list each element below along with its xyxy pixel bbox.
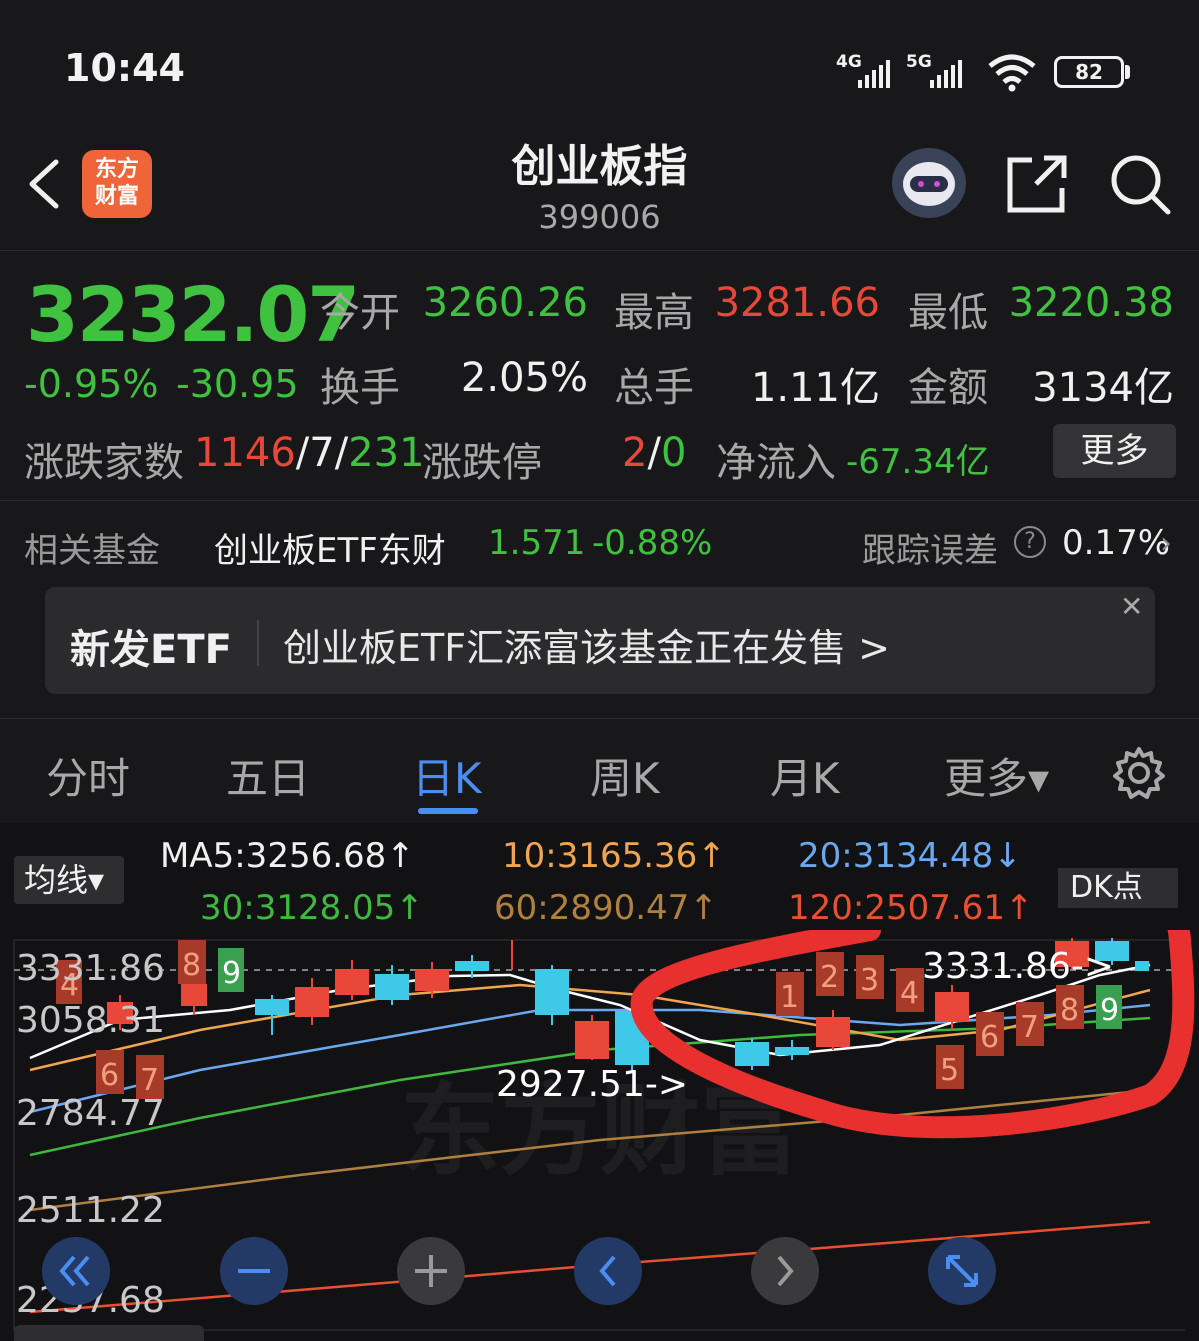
low-value: 3220.38: [1008, 280, 1174, 326]
chevron-right-icon: [777, 1255, 794, 1287]
gear-icon[interactable]: [1112, 746, 1166, 800]
turnover-label: 换手: [320, 365, 400, 411]
help-icon[interactable]: ?: [1014, 526, 1046, 558]
seq-red: 5: [940, 1053, 959, 1088]
ma60-value: 60:2890.47↑: [494, 888, 718, 928]
tracking-value[interactable]: 0.17%: [1062, 523, 1170, 563]
seq-red: 7: [1020, 1010, 1039, 1045]
fullscreen-button[interactable]: [928, 1237, 996, 1305]
breadth-up: 1146: [194, 430, 296, 476]
seq-green: 9: [1100, 993, 1119, 1028]
close-icon[interactable]: ✕: [1120, 590, 1143, 623]
tab-active-indicator: [418, 808, 478, 814]
low-label: 最低: [908, 290, 988, 336]
ma120-value: 120:2507.61↑: [788, 888, 1034, 928]
change-percent: -0.95%: [24, 362, 159, 406]
signal-5g-icon: [930, 58, 962, 88]
scroll-right-button[interactable]: [751, 1237, 819, 1305]
high-value: 3281.66: [714, 280, 880, 326]
seq-red: 8: [182, 948, 201, 983]
limit-down: 0: [660, 430, 687, 476]
seq-red: 8: [1060, 993, 1079, 1028]
amount-label: 金额: [908, 365, 988, 411]
zoom-in-button[interactable]: [397, 1237, 465, 1305]
fund-name[interactable]: 创业板ETF东财: [214, 523, 446, 572]
chevron-left-icon: [599, 1255, 616, 1287]
high-marker: 3331.86->: [922, 946, 1114, 987]
battery-tip: [1125, 65, 1130, 79]
quote-divider: [0, 500, 1199, 501]
tab-monthly-k[interactable]: 月K: [770, 745, 840, 806]
breadth-values: 1146/7/231: [194, 430, 425, 476]
tab-five-day[interactable]: 五日: [226, 745, 310, 806]
limit-up: 2: [622, 430, 648, 476]
banner-tag: 新发ETF: [70, 627, 232, 673]
low-marker: 2927.51->: [496, 1064, 688, 1105]
ma-selector[interactable]: 均线▾: [14, 856, 124, 904]
current-price: 3232.07: [26, 270, 360, 359]
fund-price: 1.571: [488, 523, 586, 563]
scroll-left-button[interactable]: [574, 1237, 642, 1305]
limit-values: 2/0: [622, 430, 687, 476]
seq-red: 4: [900, 976, 919, 1011]
seq-green: 9: [222, 956, 241, 991]
ma30-value: 30:3128.05↑: [200, 888, 424, 928]
wifi-icon: [988, 54, 1036, 92]
axis-label: 2511.22: [16, 1190, 165, 1231]
tab-weekly-k[interactable]: 周K: [590, 745, 660, 806]
axis-label: 3331.86: [16, 948, 165, 989]
double-chevron-left-icon: [59, 1255, 90, 1287]
bottom-tab[interactable]: [14, 1325, 204, 1341]
inflow-value: -67.34亿: [846, 442, 990, 482]
seq-red: 3: [860, 963, 879, 998]
network-5g-label: 5G: [906, 52, 932, 72]
volume-label: 总手: [614, 365, 694, 411]
signal-4g-icon: [858, 58, 890, 88]
fund-change: -0.88%: [592, 523, 713, 563]
more-button[interactable]: 更多: [1053, 424, 1176, 478]
chevron-right-icon[interactable]: ›: [1160, 526, 1172, 561]
tracking-label: 跟踪误差: [862, 531, 998, 571]
banner-divider: [0, 718, 1199, 719]
axis-label: 3058.31: [16, 1000, 165, 1041]
inflow-label: 净流入: [716, 440, 836, 486]
high-label: 最高: [614, 290, 694, 336]
battery-icon: 82: [1054, 56, 1124, 88]
assistant-robot-icon[interactable]: [892, 148, 966, 218]
breadth-flat: 7: [309, 430, 335, 476]
open-value: 3260.26: [422, 280, 588, 326]
rewind-button[interactable]: [42, 1237, 110, 1305]
share-icon[interactable]: [1006, 154, 1068, 214]
header-divider: [0, 250, 1199, 251]
zoom-out-button[interactable]: [220, 1237, 288, 1305]
tab-intraday[interactable]: 分时: [46, 745, 130, 806]
limit-label: 涨跌停: [422, 440, 542, 486]
expand-icon: [946, 1255, 978, 1287]
tab-more[interactable]: 更多▾: [944, 745, 1049, 806]
search-icon[interactable]: [1108, 152, 1172, 216]
fund-label: 相关基金: [24, 531, 160, 571]
breadth-down: 231: [348, 430, 425, 476]
volume-value: 1.11亿: [750, 365, 880, 411]
ma20-value: 20:3134.48↓: [798, 836, 1022, 876]
open-label: 今开: [320, 290, 400, 336]
banner-text[interactable]: 创业板ETF汇添富该基金正在发售 >: [283, 617, 890, 672]
ma5-value: MA5:3256.68↑: [160, 836, 415, 876]
seq-red: 6: [100, 1058, 119, 1093]
banner-separator: [257, 620, 259, 666]
turnover-value: 2.05%: [460, 355, 588, 401]
plus-icon: [415, 1255, 447, 1287]
change-amount: -30.95: [176, 362, 299, 406]
seq-red: 2: [820, 960, 839, 995]
seq-red: 1: [780, 980, 799, 1015]
axis-label: 2784.77: [16, 1093, 165, 1134]
dk-point-label[interactable]: DK点: [1058, 868, 1178, 908]
ma10-value: 10:3165.36↑: [502, 836, 726, 876]
minus-icon: [238, 1269, 270, 1273]
breadth-label: 涨跌家数: [24, 440, 184, 486]
seq-red: 6: [980, 1020, 999, 1055]
amount-value: 3134亿: [1032, 365, 1174, 411]
tab-daily-k[interactable]: 日K: [412, 745, 482, 806]
status-time: 10:44: [64, 46, 185, 90]
